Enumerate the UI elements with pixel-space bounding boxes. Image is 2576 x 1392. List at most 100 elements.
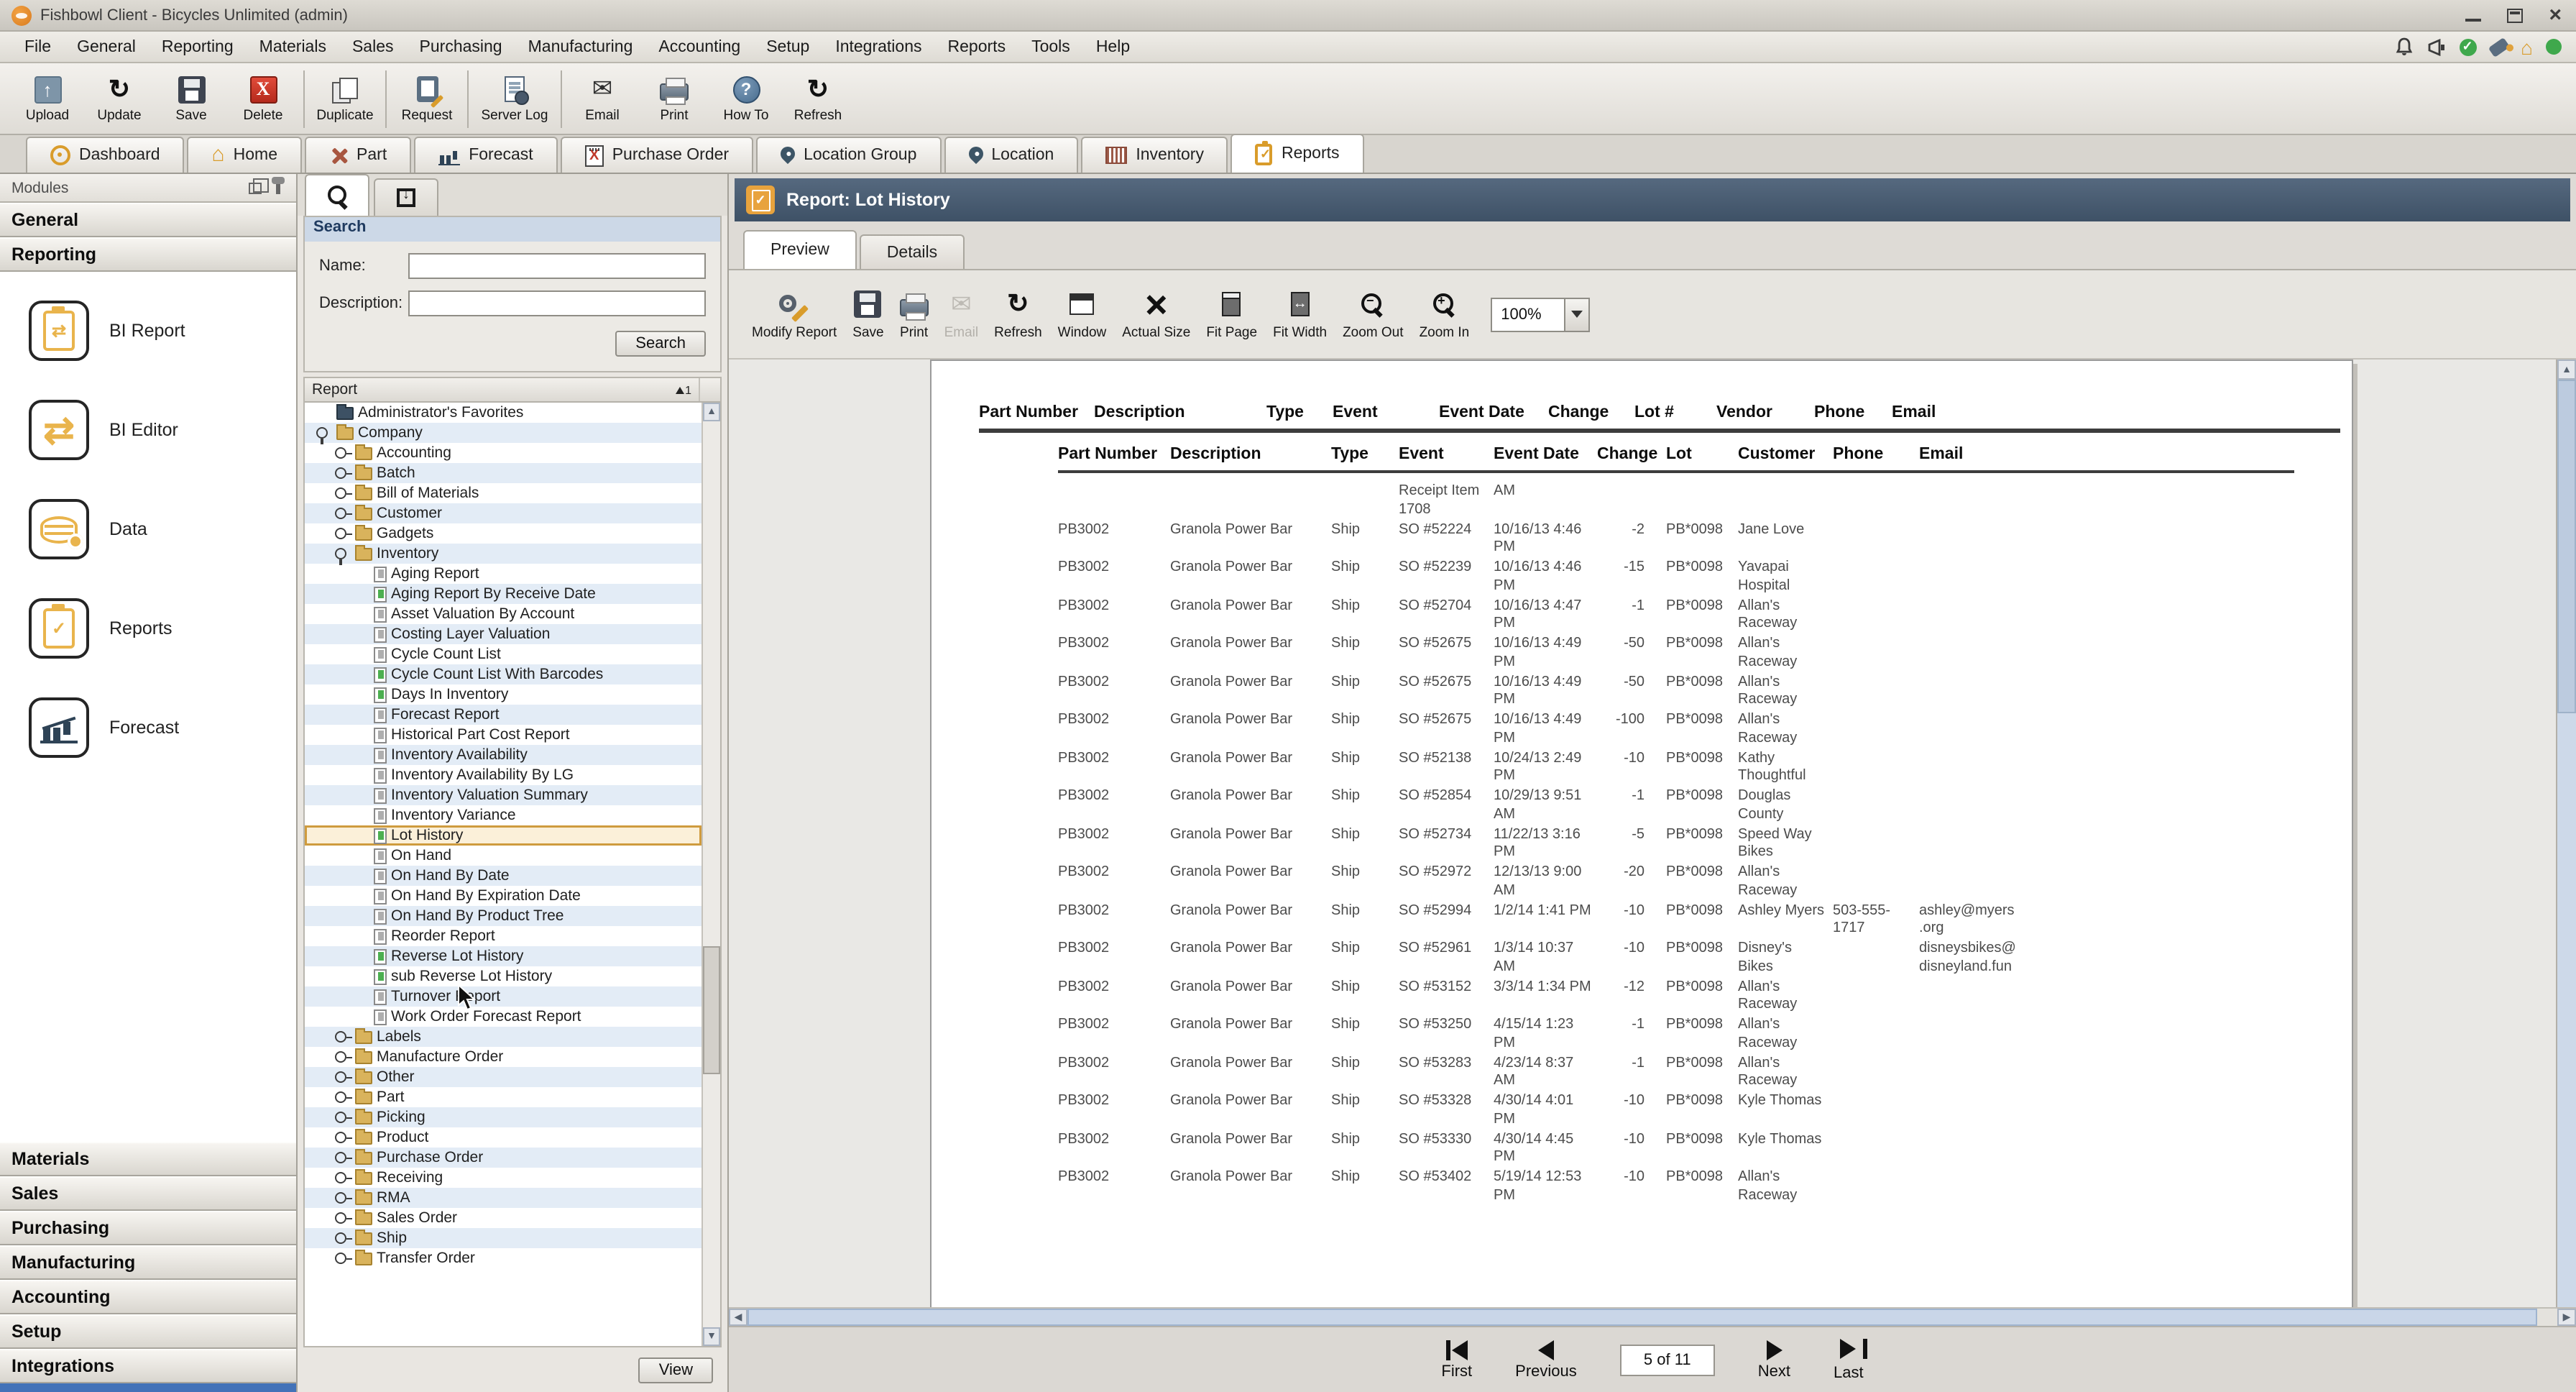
menu-item[interactable]: Reports [935, 31, 1019, 63]
tab-location[interactable]: Location [944, 137, 1078, 173]
delete-button[interactable]: XDelete [227, 74, 299, 123]
tree-node[interactable]: Inventory Valuation Summary [305, 785, 702, 805]
sidebar-section[interactable]: Manufacturing [0, 1245, 296, 1280]
tree-node[interactable]: Transfer Order [305, 1248, 702, 1268]
tree-expander-icon[interactable] [334, 525, 351, 542]
sidebar-item-bi-editor[interactable]: ⇄BI Editor [29, 400, 296, 460]
menu-item[interactable]: Sales [339, 31, 407, 63]
tree-expander-icon[interactable] [334, 444, 351, 462]
tree-scrollbar-thumb[interactable] [703, 947, 720, 1073]
sidebar-section[interactable]: Materials [0, 1142, 296, 1176]
tab-location-group[interactable]: Location Group [756, 137, 941, 173]
tree-expander-icon[interactable] [334, 1089, 351, 1106]
zoom-level-combo[interactable]: 100% [1491, 297, 1590, 331]
scroll-right-icon[interactable]: ▶ [2557, 1309, 2576, 1326]
tree-expander-icon[interactable] [334, 1129, 351, 1146]
float-panel-icon[interactable] [249, 182, 262, 193]
maximize-icon[interactable] [2507, 8, 2523, 22]
tree-expander-icon[interactable] [334, 1209, 351, 1227]
tree-node[interactable]: On Hand By Expiration Date [305, 886, 702, 906]
tree-node[interactable]: Lot History [305, 825, 702, 846]
tree-node[interactable]: Reverse Lot History [305, 946, 702, 966]
upload-button[interactable]: ↑Upload [12, 74, 83, 123]
save-button[interactable]: Save [155, 74, 227, 123]
tree-node[interactable]: Reorder Report [305, 926, 702, 946]
sidebar-section[interactable]: Purchasing [0, 1211, 296, 1245]
view-button[interactable]: View [639, 1357, 713, 1383]
horizontal-scrollbar-thumb[interactable] [748, 1309, 2537, 1326]
tag-icon[interactable] [2488, 37, 2509, 57]
preview-horizontal-scrollbar[interactable]: ◀ ▶ [729, 1307, 2576, 1326]
tree-expander-icon[interactable] [334, 1230, 351, 1247]
menu-item[interactable]: Purchasing [407, 31, 515, 63]
tree-node[interactable]: Inventory [305, 544, 702, 564]
preview-scrollbar-thumb[interactable] [2557, 380, 2576, 713]
bell-icon[interactable] [2394, 37, 2413, 56]
preview-vertical-scrollbar[interactable]: ▲ [2556, 360, 2576, 1307]
tree-expander-icon[interactable] [334, 1068, 351, 1086]
sidebar-section-general[interactable]: General [0, 203, 296, 237]
scroll-left-icon[interactable]: ◀ [729, 1309, 748, 1326]
tree-node[interactable]: Costing Layer Valuation [305, 624, 702, 644]
preview-refresh-button[interactable]: ↻Refresh [994, 288, 1042, 340]
tree-expander-icon[interactable] [334, 485, 351, 502]
menu-item[interactable]: Reporting [149, 31, 247, 63]
tree-node[interactable]: On Hand By Product Tree [305, 906, 702, 926]
zoom-out-button[interactable]: −Zoom Out [1343, 288, 1404, 340]
tree-node[interactable]: On Hand [305, 846, 702, 866]
home-status-icon[interactable]: ⌂ [2521, 38, 2533, 55]
last-page-button[interactable]: Last [1834, 1338, 1864, 1381]
tree-node[interactable]: Labels [305, 1027, 702, 1047]
menu-item[interactable]: Setup [753, 31, 822, 63]
sidebar-item-bi-report[interactable]: ⇄BI Report [29, 301, 296, 361]
tree-node[interactable]: On Hand By Date [305, 866, 702, 886]
tree-node[interactable]: Turnover Report [305, 986, 702, 1007]
menu-item[interactable]: General [64, 31, 149, 63]
previous-page-button[interactable]: Previous [1515, 1339, 1577, 1380]
search-button[interactable]: Search [615, 331, 706, 357]
tree-node[interactable]: Inventory Availability By LG [305, 765, 702, 785]
tree-node[interactable]: Cycle Count List With Barcodes [305, 664, 702, 684]
menu-item[interactable]: Materials [247, 31, 339, 63]
window-button[interactable]: Window [1058, 288, 1107, 340]
close-icon[interactable]: × [2549, 6, 2562, 24]
search-tab[interactable] [305, 174, 369, 216]
tree-node[interactable]: Historical Part Cost Report [305, 725, 702, 745]
tab-inventory[interactable]: Inventory [1081, 137, 1228, 173]
import-tab[interactable] [374, 178, 438, 216]
first-page-button[interactable]: First [1441, 1339, 1472, 1380]
preview-save-button[interactable]: Save [852, 288, 883, 340]
tab-reports[interactable]: Reports [1231, 134, 1364, 173]
sidebar-section-reporting[interactable]: Reporting [0, 237, 296, 272]
tree-node[interactable]: Company [305, 423, 702, 443]
tree-node[interactable]: Picking [305, 1107, 702, 1127]
sidebar-section[interactable]: Setup [0, 1314, 296, 1349]
tree-node[interactable]: Aging Report [305, 564, 702, 584]
actual-size-button[interactable]: Actual Size [1122, 288, 1190, 340]
next-page-button[interactable]: Next [1758, 1339, 1790, 1380]
scroll-up-icon[interactable]: ▲ [703, 403, 720, 421]
pin-panel-icon[interactable] [276, 182, 280, 193]
tree-column-header[interactable]: Report 1 [305, 378, 720, 403]
tree-node[interactable]: Accounting [305, 443, 702, 463]
tree-node[interactable]: Inventory Availability [305, 745, 702, 765]
menu-item[interactable]: Help [1083, 31, 1143, 63]
tree-node[interactable]: Manufacture Order [305, 1047, 702, 1067]
tree-node[interactable]: Administrator's Favorites [305, 403, 702, 423]
scroll-down-icon[interactable]: ▼ [703, 1327, 720, 1346]
update-button[interactable]: ↻Update [83, 74, 155, 123]
tree-node[interactable]: Asset Valuation By Account [305, 604, 702, 624]
tree-node[interactable]: RMA [305, 1188, 702, 1208]
email-button[interactable]: ✉Email [566, 74, 638, 123]
description-input[interactable] [408, 290, 706, 316]
sidebar-section[interactable]: Integrations [0, 1349, 296, 1383]
tree-node[interactable]: Cycle Count List [305, 644, 702, 664]
tree-expander-icon[interactable] [334, 545, 351, 562]
tree-node[interactable]: Batch [305, 463, 702, 483]
tree-node[interactable]: Work Order Forecast Report [305, 1007, 702, 1027]
request-button[interactable]: Request [391, 74, 463, 123]
how-to-button[interactable]: ?How To [710, 74, 782, 123]
tree-node[interactable]: Days In Inventory [305, 684, 702, 705]
page-indicator[interactable]: 5 of 11 [1620, 1344, 1715, 1375]
menu-item[interactable]: File [12, 31, 64, 63]
